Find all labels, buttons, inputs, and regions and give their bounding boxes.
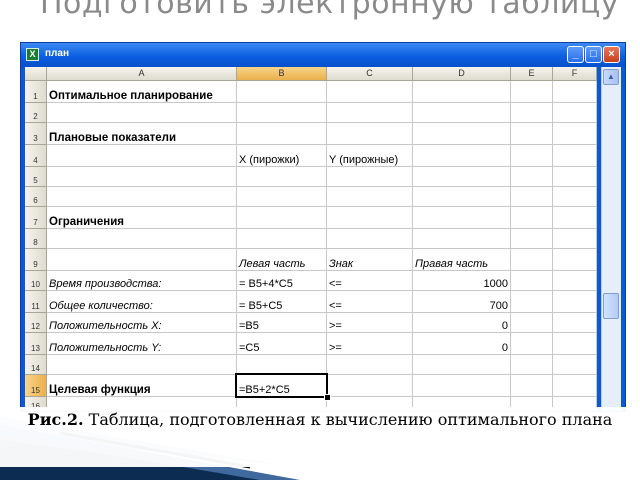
fill-handle[interactable] [324, 394, 331, 401]
row-header-10[interactable]: 10 [25, 271, 47, 291]
worksheet-grid[interactable]: A B C D E F 1 2 3 4 5 6 7 8 9 10 11 12 1… [25, 67, 597, 411]
close-button[interactable]: × [603, 46, 620, 63]
maximize-button[interactable]: □ [585, 46, 602, 63]
grid-line [596, 81, 597, 411]
cell-b4[interactable]: X (пирожки) [237, 145, 327, 167]
minimize-button[interactable]: _ [567, 46, 584, 63]
column-header-d[interactable]: D [413, 67, 511, 81]
excel-app-icon[interactable]: X [26, 48, 39, 61]
cell-c10[interactable]: <= [327, 271, 413, 291]
column-header-a[interactable]: A [47, 67, 237, 81]
column-header-f[interactable]: F [553, 67, 597, 81]
cell-a11[interactable]: Общее количество: [47, 291, 237, 313]
row-header-3[interactable]: 3 [25, 123, 47, 145]
cell-a1[interactable]: Оптимальное планирование [47, 81, 261, 103]
row-header-13[interactable]: 13 [25, 333, 47, 355]
column-header-e[interactable]: E [511, 67, 553, 81]
cell-b11[interactable]: = B5+C5 [237, 291, 327, 313]
select-all-corner[interactable] [25, 67, 47, 81]
cell-d12[interactable]: 0 [413, 313, 511, 333]
row-header-2[interactable]: 2 [25, 103, 47, 123]
column-header-c[interactable]: C [327, 67, 413, 81]
grid-line [510, 81, 511, 411]
cell-a13[interactable]: Положительность Y: [47, 333, 237, 355]
row-header-5[interactable]: 5 [25, 167, 47, 187]
cell-b9[interactable]: Левая часть [237, 249, 327, 271]
row-header-4[interactable]: 4 [25, 145, 47, 167]
grid-line [47, 186, 597, 187]
cell-c12[interactable]: >= [327, 313, 413, 333]
caption-label: Рис.2. [27, 410, 84, 429]
window-titlebar[interactable]: X план _ □ × [21, 43, 625, 67]
cell-a10[interactable]: Время производства: [47, 271, 237, 291]
row-header-6[interactable]: 6 [25, 187, 47, 207]
grid-line [552, 81, 553, 411]
scroll-thumb[interactable] [603, 293, 619, 319]
cell-b13[interactable]: =C5 [237, 333, 327, 355]
cell-a3[interactable]: Плановые показатели [47, 123, 237, 145]
grid-line [326, 81, 327, 411]
cell-d10[interactable]: 1000 [413, 271, 511, 291]
row-header-11[interactable]: 11 [25, 291, 47, 313]
cell-d13[interactable]: 0 [413, 333, 511, 355]
row-header-12[interactable]: 12 [25, 313, 47, 333]
cell-b10[interactable]: = B5+4*C5 [237, 271, 327, 291]
row-header-7[interactable]: 7 [25, 207, 47, 229]
cell-d11[interactable]: 700 [413, 291, 511, 313]
cell-a12[interactable]: Положительность X: [47, 313, 237, 333]
scroll-up-arrow-icon[interactable]: ▲ [603, 69, 619, 85]
cell-c11[interactable]: <= [327, 291, 413, 313]
cell-a15[interactable]: Целевая функция [47, 375, 237, 397]
cell-d9[interactable]: Правая часть [413, 249, 511, 271]
spreadsheet-window: X план _ □ × A B C D E F 1 2 3 4 5 6 7 8… [20, 42, 626, 412]
active-cell-selection[interactable] [235, 373, 328, 398]
row-header-15[interactable]: 15 [25, 375, 47, 397]
column-header-b[interactable]: B [237, 67, 327, 81]
caption-text: Таблица, подготовленная к вычислению опт… [88, 410, 613, 429]
row-header-14[interactable]: 14 [25, 355, 47, 375]
cell-c4[interactable]: Y (пирожные) [327, 145, 417, 167]
grid-line [412, 81, 413, 411]
cell-a7[interactable]: Ограничения [47, 207, 237, 229]
slide-title: Подготовить электронную таблицу [40, 0, 620, 21]
cell-c9[interactable]: Знак [327, 249, 413, 271]
window-title: план [45, 48, 69, 59]
row-header-1[interactable]: 1 [25, 81, 47, 103]
cell-b12[interactable]: =B5 [237, 313, 327, 333]
row-header-8[interactable]: 8 [25, 229, 47, 249]
vertical-scrollbar[interactable]: ▲ [601, 67, 621, 411]
figure-caption: Рис.2. Таблица, подготовленная к вычисле… [0, 407, 640, 467]
row-header-9[interactable]: 9 [25, 249, 47, 271]
cell-c13[interactable]: >= [327, 333, 413, 355]
